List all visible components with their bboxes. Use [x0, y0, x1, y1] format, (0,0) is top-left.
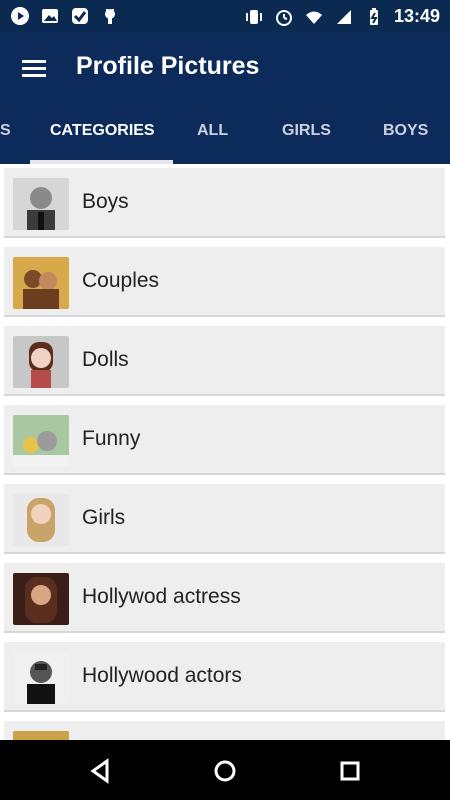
tab-s[interactable]: S: [0, 122, 11, 140]
image-icon: [40, 6, 60, 26]
list-item-couples[interactable]: Couples: [4, 247, 445, 317]
status-left: [10, 6, 120, 26]
list-item-partial[interactable]: [4, 721, 445, 740]
recents-icon[interactable]: [335, 756, 365, 786]
actress-photo: [13, 573, 69, 625]
list-item-dolls[interactable]: Dolls: [4, 326, 445, 396]
doll-photo: [13, 336, 69, 388]
list-item-label: Boys: [82, 190, 129, 213]
list-item-label: Funny: [82, 427, 141, 450]
couple-photo: [13, 257, 69, 309]
list-item-boys[interactable]: Boys: [4, 168, 445, 238]
girl-photo: [13, 494, 69, 546]
list-item-label: Dolls: [82, 348, 129, 371]
tab-girls[interactable]: GIRLS: [282, 122, 331, 140]
list-item-funny[interactable]: Funny: [4, 405, 445, 475]
status-bar: 13:49: [0, 0, 450, 32]
tab-boys[interactable]: BOYS: [383, 122, 428, 140]
boy-photo: [13, 178, 69, 230]
play-icon: [10, 6, 30, 26]
tab-bar: S CATEGORIES ALL GIRLS BOYS: [0, 104, 450, 164]
list-item-label: Girls: [82, 506, 126, 529]
battery-icon: [364, 7, 384, 27]
check-icon: [70, 6, 90, 26]
tab-all[interactable]: ALL: [197, 122, 228, 140]
category-list: Boys Couples Dolls Funny Girls Hollywod …: [0, 164, 450, 740]
home-icon[interactable]: [210, 756, 240, 786]
list-item-label: Couples: [82, 269, 160, 292]
status-right: 13:49: [244, 6, 440, 27]
list-item-label: Hollywood actors: [82, 664, 242, 687]
vibrate-icon: [244, 7, 264, 27]
android-icon: [100, 6, 120, 26]
list-item-hollywood-actors[interactable]: Hollywood actors: [4, 642, 445, 712]
page-title: Profile Pictures: [76, 52, 260, 80]
actor-photo: [13, 652, 69, 704]
navigation-bar: [0, 740, 450, 800]
list-item-girls[interactable]: Girls: [4, 484, 445, 554]
list-item-hollywood-actress[interactable]: Hollywod actress: [4, 563, 445, 633]
list-item-label: Hollywod actress: [82, 585, 241, 608]
funny-animals-photo: [13, 415, 69, 467]
status-time: 13:49: [393, 6, 440, 26]
tab-categories[interactable]: CATEGORIES: [50, 122, 155, 140]
partial-photo: [13, 731, 69, 740]
app-bar: Profile Pictures: [0, 32, 450, 104]
wifi-icon: [304, 7, 324, 27]
signal-icon: [334, 7, 354, 27]
menu-icon[interactable]: [20, 54, 50, 84]
alarm-icon: [274, 7, 294, 27]
back-icon[interactable]: [85, 756, 115, 786]
